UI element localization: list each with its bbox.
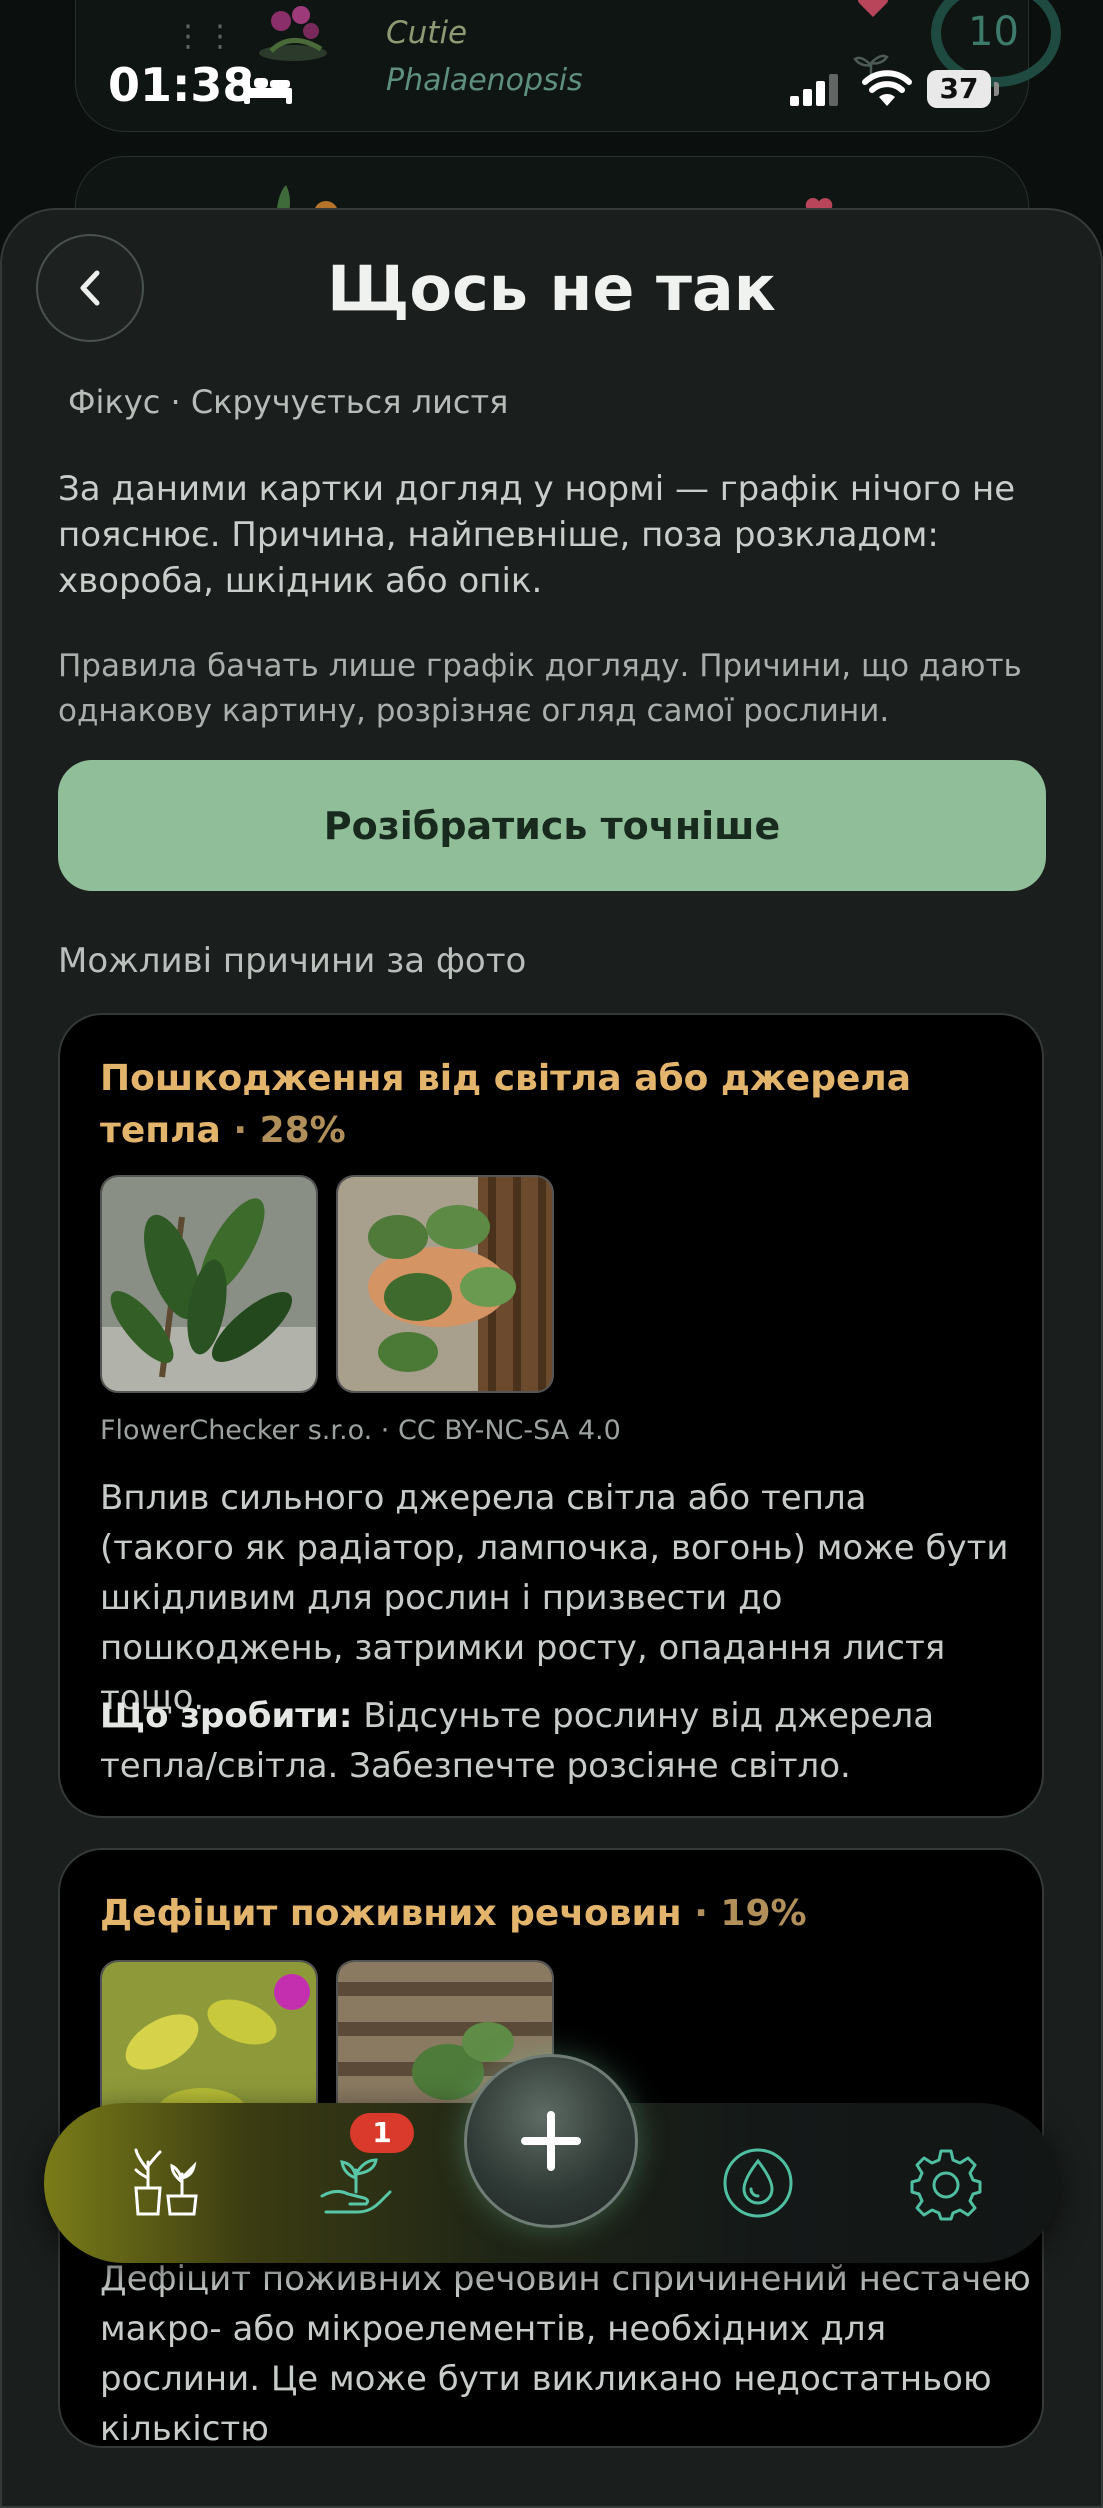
plants-icon xyxy=(134,2148,198,2216)
wifi-icon xyxy=(862,70,912,106)
status-bar: 01:38 37 xyxy=(0,0,1103,140)
summary-text: За даними картки догляд у нормі — графік… xyxy=(58,469,1016,601)
nav-settings[interactable] xyxy=(896,2133,996,2233)
rules-note: Правила бачать лише графік догляду. Прич… xyxy=(58,648,1022,729)
cause-probability: · 28% xyxy=(233,1110,346,1151)
cause-photo[interactable] xyxy=(336,1175,554,1393)
plant-care-icon xyxy=(320,2158,392,2214)
signal-icon xyxy=(790,74,838,106)
plus-icon xyxy=(521,2111,581,2171)
page-title: Щось не так xyxy=(327,252,776,325)
cause-title: Дефіцит поживних речовин · 19% xyxy=(100,1888,1000,1940)
nav-plants[interactable] xyxy=(116,2133,216,2233)
diagnose-more-button[interactable]: Розібратись точніше xyxy=(58,760,1046,891)
battery-level: 37 xyxy=(927,70,991,108)
cause-title-text: Дефіцит поживних речовин xyxy=(100,1893,682,1934)
gear-icon xyxy=(910,2149,982,2221)
status-time: 01:38 xyxy=(108,58,255,112)
battery-indicator: 37 xyxy=(927,70,1001,108)
cause-title: Пошкодження від світла або джерела тепла… xyxy=(100,1053,1000,1157)
nav-watering[interactable] xyxy=(708,2133,808,2233)
notification-badge: 1 xyxy=(350,2113,414,2153)
cause-description: Дефіцит поживних речовин спричинений нес… xyxy=(100,2259,1031,2449)
cause-remedy: Що зробити: Відсуньте рослину від джерел… xyxy=(100,1691,1010,1791)
water-drop-icon xyxy=(723,2148,793,2218)
breadcrumb: Фікус · Скручується листя xyxy=(68,383,509,421)
cause-probability: · 19% xyxy=(694,1893,807,1934)
cause-title-text: Пошкодження від світла або джерела тепла xyxy=(100,1058,912,1151)
add-plant-button[interactable] xyxy=(464,2054,638,2228)
bed-icon xyxy=(244,74,292,104)
photo-credit: FlowerChecker s.r.o. · CC BY-NC-SA 4.0 xyxy=(100,1415,621,1446)
battery-tip xyxy=(994,82,999,96)
remedy-label: Що зробити: xyxy=(100,1696,353,1736)
section-label: Можливі причини за фото xyxy=(58,941,527,981)
cause-photo[interactable] xyxy=(100,1175,318,1393)
cause-card[interactable]: Пошкодження від світла або джерела тепла… xyxy=(58,1013,1044,1818)
cause-description: Вплив сильного джерела світла або тепла … xyxy=(100,1478,1009,1718)
